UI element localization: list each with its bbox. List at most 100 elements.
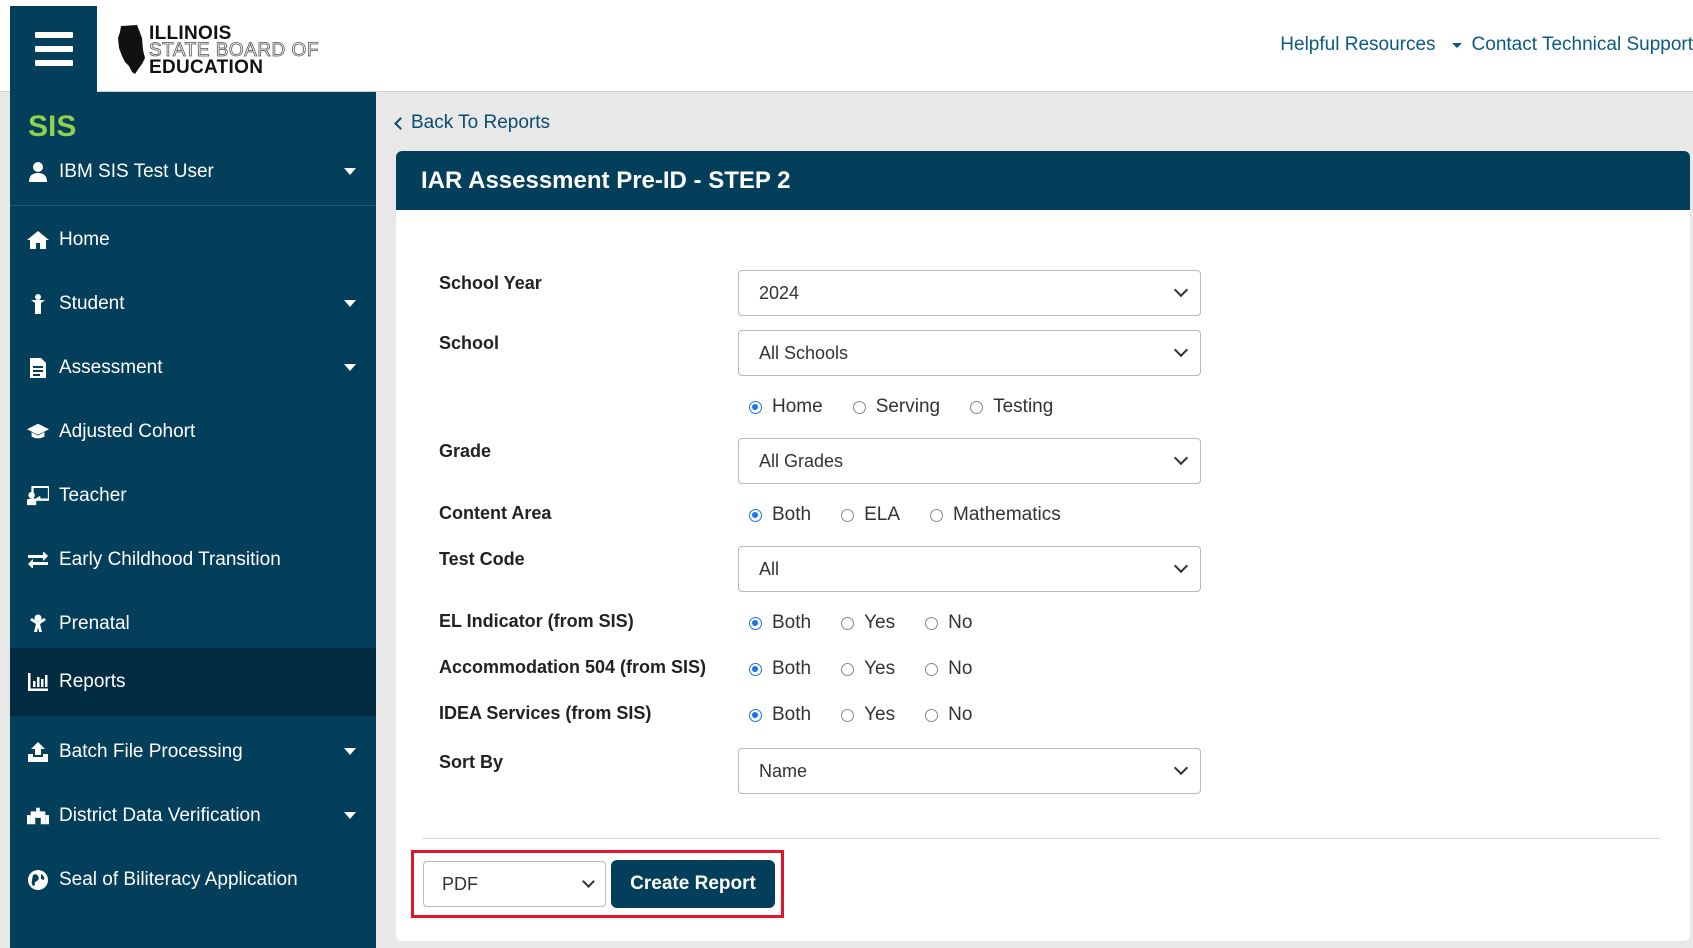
- sidebar-item-label: Home: [59, 229, 110, 250]
- content-area-radio-group: Both ELA Mathematics: [749, 504, 1091, 526]
- chevron-down-icon[interactable]: [1451, 42, 1462, 48]
- sidebar-item-label: Assessment: [59, 357, 163, 378]
- content-area-mathematics-radio[interactable]: Mathematics: [930, 504, 1061, 526]
- sidebar-item-label: Early Childhood Transition: [59, 549, 281, 570]
- header-links: Helpful Resources Contact Technical Supp…: [1280, 34, 1693, 56]
- chevron-down-icon: [344, 812, 356, 819]
- sidebar-item-label: Prenatal: [59, 613, 130, 634]
- back-link-label: Back To Reports: [411, 112, 551, 133]
- sidebar-item-assessment[interactable]: Assessment: [10, 334, 376, 402]
- sidebar-item-reports[interactable]: Reports: [10, 648, 376, 716]
- school-year-label: School Year: [439, 273, 542, 293]
- el-indicator-no-radio[interactable]: No: [925, 612, 972, 634]
- sidebar-item-label: Seal of Biliteracy Application: [59, 869, 298, 890]
- sidebar-item-label: Batch File Processing: [59, 741, 243, 762]
- report-panel: IAR Assessment Pre-ID - STEP 2 School Ye…: [396, 151, 1690, 941]
- test-code-label: Test Code: [439, 549, 525, 569]
- logo-line-3: EDUCATION: [149, 56, 264, 78]
- chevron-down-icon: [344, 748, 356, 755]
- exchange-icon: [27, 549, 49, 571]
- chart-icon: [27, 671, 49, 693]
- chevron-down-icon: [582, 875, 595, 888]
- school-type-home-radio[interactable]: Home: [749, 396, 823, 418]
- school-year-value: 2024: [759, 282, 800, 303]
- school-type-testing-radio[interactable]: Testing: [970, 396, 1053, 418]
- chevron-down-icon: [1173, 342, 1189, 358]
- sidebar-item-label: District Data Verification: [59, 805, 261, 826]
- school-type-serving-radio[interactable]: Serving: [852, 396, 940, 418]
- logo-line-1: ILLINOIS: [149, 22, 232, 44]
- student-icon: [27, 293, 49, 315]
- idea-services-yes-radio[interactable]: Yes: [841, 704, 895, 726]
- sidebar-item-label: Teacher: [59, 485, 127, 506]
- sidebar-item-home[interactable]: Home: [10, 206, 376, 274]
- accommodation-504-no-radio[interactable]: No: [925, 658, 972, 680]
- el-indicator-both-radio[interactable]: Both: [749, 612, 811, 634]
- chevron-down-icon: [1173, 450, 1189, 466]
- output-format-value: PDF: [442, 873, 478, 894]
- sort-by-select[interactable]: Name: [738, 748, 1201, 794]
- chevron-down-icon: [1173, 760, 1189, 776]
- content-area-both-radio[interactable]: Both: [749, 504, 811, 526]
- graduation-cap-icon: [27, 421, 49, 443]
- hamburger-menu-button[interactable]: [10, 6, 97, 92]
- accommodation-504-both-radio[interactable]: Both: [749, 658, 811, 680]
- chevron-down-icon: [344, 364, 356, 371]
- test-code-select[interactable]: All: [738, 546, 1201, 592]
- school-type-radio-group: Home Serving Testing: [749, 396, 1083, 418]
- chevron-left-icon: [394, 117, 407, 130]
- school-select[interactable]: All Schools: [738, 330, 1201, 376]
- content-area-label: Content Area: [439, 503, 552, 523]
- accommodation-504-yes-radio[interactable]: Yes: [841, 658, 895, 680]
- building-icon: [27, 805, 49, 827]
- sidebar-item-teacher[interactable]: Teacher: [10, 462, 376, 530]
- el-indicator-yes-radio[interactable]: Yes: [841, 612, 895, 634]
- user-menu[interactable]: IBM SIS Test User: [10, 138, 376, 206]
- panel-title: IAR Assessment Pre-ID - STEP 2: [396, 151, 1690, 210]
- sort-by-value: Name: [759, 760, 808, 781]
- illinois-state-icon: [118, 25, 145, 74]
- sidebar-item-district-data-verification[interactable]: District Data Verification: [10, 782, 376, 850]
- output-format-select[interactable]: PDF: [423, 861, 606, 907]
- grade-select[interactable]: All Grades: [738, 438, 1201, 484]
- user-icon: [27, 161, 49, 183]
- upload-icon: [27, 741, 49, 763]
- sidebar-item-label: Reports: [59, 671, 126, 692]
- home-icon: [27, 229, 49, 251]
- school-label: School: [439, 333, 500, 353]
- accommodation-504-radio-group: Both Yes No: [749, 658, 1002, 680]
- school-year-select[interactable]: 2024: [738, 270, 1201, 316]
- el-indicator-radio-group: Both Yes No: [749, 612, 1002, 634]
- idea-services-both-radio[interactable]: Both: [749, 704, 811, 726]
- back-to-reports-link[interactable]: Back To Reports: [394, 112, 551, 134]
- chevron-down-icon: [344, 168, 356, 175]
- logo-line-2: STATE BOARD OF: [149, 39, 319, 61]
- chevron-down-icon: [1173, 282, 1189, 298]
- divider: [422, 838, 1660, 839]
- sidebar-item-early-childhood-transition[interactable]: Early Childhood Transition: [10, 526, 376, 594]
- contact-technical-support-link[interactable]: Contact Technical Support: [1472, 34, 1693, 56]
- idea-services-no-radio[interactable]: No: [925, 704, 972, 726]
- sidebar-item-student[interactable]: Student: [10, 270, 376, 338]
- create-report-button[interactable]: Create Report: [611, 860, 775, 908]
- globe-icon: [27, 869, 49, 891]
- sidebar-item-seal-of-biliteracy[interactable]: Seal of Biliteracy Application: [10, 846, 376, 914]
- test-code-value: All: [759, 558, 780, 579]
- content-area-ela-radio[interactable]: ELA: [841, 504, 900, 526]
- user-name: IBM SIS Test User: [59, 160, 214, 182]
- document-icon: [27, 357, 49, 379]
- accommodation-504-label: Accommodation 504 (from SIS): [439, 657, 707, 677]
- hamburger-icon: [34, 28, 73, 70]
- baby-icon: [27, 613, 49, 635]
- sidebar-item-label: Student: [59, 293, 125, 314]
- helpful-resources-link[interactable]: Helpful Resources: [1280, 34, 1435, 56]
- chevron-down-icon: [344, 300, 356, 307]
- isbe-logo[interactable]: ILLINOIS STATE BOARD OF EDUCATION: [117, 22, 319, 78]
- sidebar-item-batch-file-processing[interactable]: Batch File Processing: [10, 718, 376, 786]
- sidebar-item-adjusted-cohort[interactable]: Adjusted Cohort: [10, 398, 376, 466]
- teacher-icon: [27, 485, 49, 507]
- top-header: ILLINOIS STATE BOARD OF EDUCATION Helpfu…: [0, 0, 1693, 92]
- grade-value: All Grades: [759, 450, 844, 471]
- idea-services-radio-group: Both Yes No: [749, 704, 1002, 726]
- sort-by-label: Sort By: [439, 752, 504, 772]
